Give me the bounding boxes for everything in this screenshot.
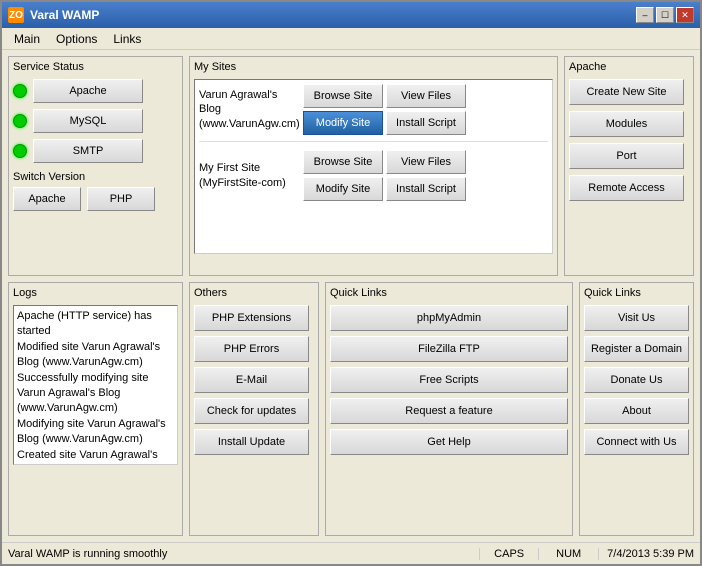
site-entry-2: My First Site(MyFirstSite-com) Browse Si… [199,150,548,207]
title-bar-left: ZO Varal WAMP [8,7,99,23]
apache-panel: Apache Create New Site Modules Port Remo… [564,56,694,276]
phpmyadmin-button[interactable]: phpMyAdmin [330,305,568,331]
email-button[interactable]: E-Mail [194,367,309,393]
request-feature-button[interactable]: Request a feature [330,398,568,424]
switch-version-section: Switch Version Apache PHP [13,171,178,211]
site-name-1: Varun Agrawal's Blog(www.VarunAgw.cm) [199,88,299,131]
logs-content[interactable]: Apache (HTTP service) has started Modifi… [13,305,178,465]
menu-links[interactable]: Links [105,30,149,48]
modules-button[interactable]: Modules [569,111,684,137]
mysql-status-light [13,114,27,128]
status-bar: Varal WAMP is running smoothly CAPS NUM … [2,542,700,564]
free-scripts-button[interactable]: Free Scripts [330,367,568,393]
title-bar: ZO Varal WAMP – ☐ ✕ [2,2,700,28]
switch-apache-button[interactable]: Apache [13,187,81,211]
site-entry-1: Varun Agrawal's Blog(www.VarunAgw.cm) Br… [199,84,548,142]
others-title: Others [194,287,314,299]
mysql-button[interactable]: MySQL [33,109,143,133]
apache-status-light [13,84,27,98]
service-row-apache: Apache [13,79,178,103]
app-icon: ZO [8,7,24,23]
port-button[interactable]: Port [569,143,684,169]
smtp-status-light [13,144,27,158]
register-domain-button[interactable]: Register a Domain [584,336,689,362]
about-button[interactable]: About [584,398,689,424]
quick-links-panel-2: Quick Links Visit Us Register a Domain D… [579,282,694,536]
switch-version-title: Switch Version [13,171,178,183]
browse-site-btn-1[interactable]: Browse Site [303,84,383,108]
install-script-btn-2[interactable]: Install Script [386,177,466,201]
my-sites-panel: My Sites Varun Agrawal's Blog(www.VarunA… [189,56,558,276]
site-buttons-1: Browse Site View Files Modify Site Insta… [303,84,466,135]
modify-site-btn-2[interactable]: Modify Site [303,177,383,201]
maximize-button[interactable]: ☐ [656,7,674,23]
service-status-panel: Service Status Apache MySQL SMTP Switch … [8,56,183,276]
minimize-button[interactable]: – [636,7,654,23]
bottom-row: Logs Apache (HTTP service) has started M… [8,282,694,536]
check-updates-button[interactable]: Check for updates [194,398,309,424]
site-btn-row-1b: Modify Site Install Script [303,111,466,135]
service-row-smtp: SMTP [13,139,178,163]
main-window: ZO Varal WAMP – ☐ ✕ Main Options Links S… [0,0,702,566]
status-num: NUM [539,548,599,560]
view-files-btn-1[interactable]: View Files [386,84,466,108]
menu-main[interactable]: Main [6,30,48,48]
service-row-mysql: MySQL [13,109,178,133]
logs-panel: Logs Apache (HTTP service) has started M… [8,282,183,536]
php-errors-button[interactable]: PHP Errors [194,336,309,362]
site-btn-row-2b: Modify Site Install Script [303,177,466,201]
switch-php-button[interactable]: PHP [87,187,155,211]
remote-access-button[interactable]: Remote Access [569,175,684,201]
filezilla-ftp-button[interactable]: FileZilla FTP [330,336,568,362]
menu-options[interactable]: Options [48,30,105,48]
get-help-button[interactable]: Get Help [330,429,568,455]
site-buttons-2: Browse Site View Files Modify Site Insta… [303,150,466,201]
modify-site-btn-1[interactable]: Modify Site [303,111,383,135]
sites-scroll[interactable]: Varun Agrawal's Blog(www.VarunAgw.cm) Br… [194,79,553,254]
visit-us-button[interactable]: Visit Us [584,305,689,331]
others-panel: Others PHP Extensions PHP Errors E-Mail … [189,282,319,536]
quick-links-1-title: Quick Links [330,287,568,299]
my-sites-title: My Sites [194,61,553,73]
menu-bar: Main Options Links [2,28,700,50]
create-new-site-button[interactable]: Create New Site [569,79,684,105]
quick-links-2-title: Quick Links [584,287,689,299]
install-script-btn-1[interactable]: Install Script [386,111,466,135]
window-title: Varal WAMP [30,8,99,22]
donate-us-button[interactable]: Donate Us [584,367,689,393]
close-button[interactable]: ✕ [676,7,694,23]
status-message: Varal WAMP is running smoothly [8,548,479,560]
browse-site-btn-2[interactable]: Browse Site [303,150,383,174]
site-name-2: My First Site(MyFirstSite-com) [199,161,299,190]
title-bar-controls: – ☐ ✕ [636,7,694,23]
apache-button[interactable]: Apache [33,79,143,103]
quick-links-panel-1: Quick Links phpMyAdmin FileZilla FTP Fre… [325,282,573,536]
main-content: Service Status Apache MySQL SMTP Switch … [2,50,700,542]
smtp-button[interactable]: SMTP [33,139,143,163]
status-caps: CAPS [479,548,539,560]
status-datetime: 7/4/2013 5:39 PM [599,548,694,560]
site-btn-row-2a: Browse Site View Files [303,150,466,174]
site-btn-row-1a: Browse Site View Files [303,84,466,108]
install-update-button[interactable]: Install Update [194,429,309,455]
view-files-btn-2[interactable]: View Files [386,150,466,174]
service-status-title: Service Status [13,61,178,73]
switch-row: Apache PHP [13,187,178,211]
php-extensions-button[interactable]: PHP Extensions [194,305,309,331]
top-row: Service Status Apache MySQL SMTP Switch … [8,56,694,276]
apache-panel-title: Apache [569,61,689,73]
logs-title: Logs [13,287,178,299]
connect-with-us-button[interactable]: Connect with Us [584,429,689,455]
